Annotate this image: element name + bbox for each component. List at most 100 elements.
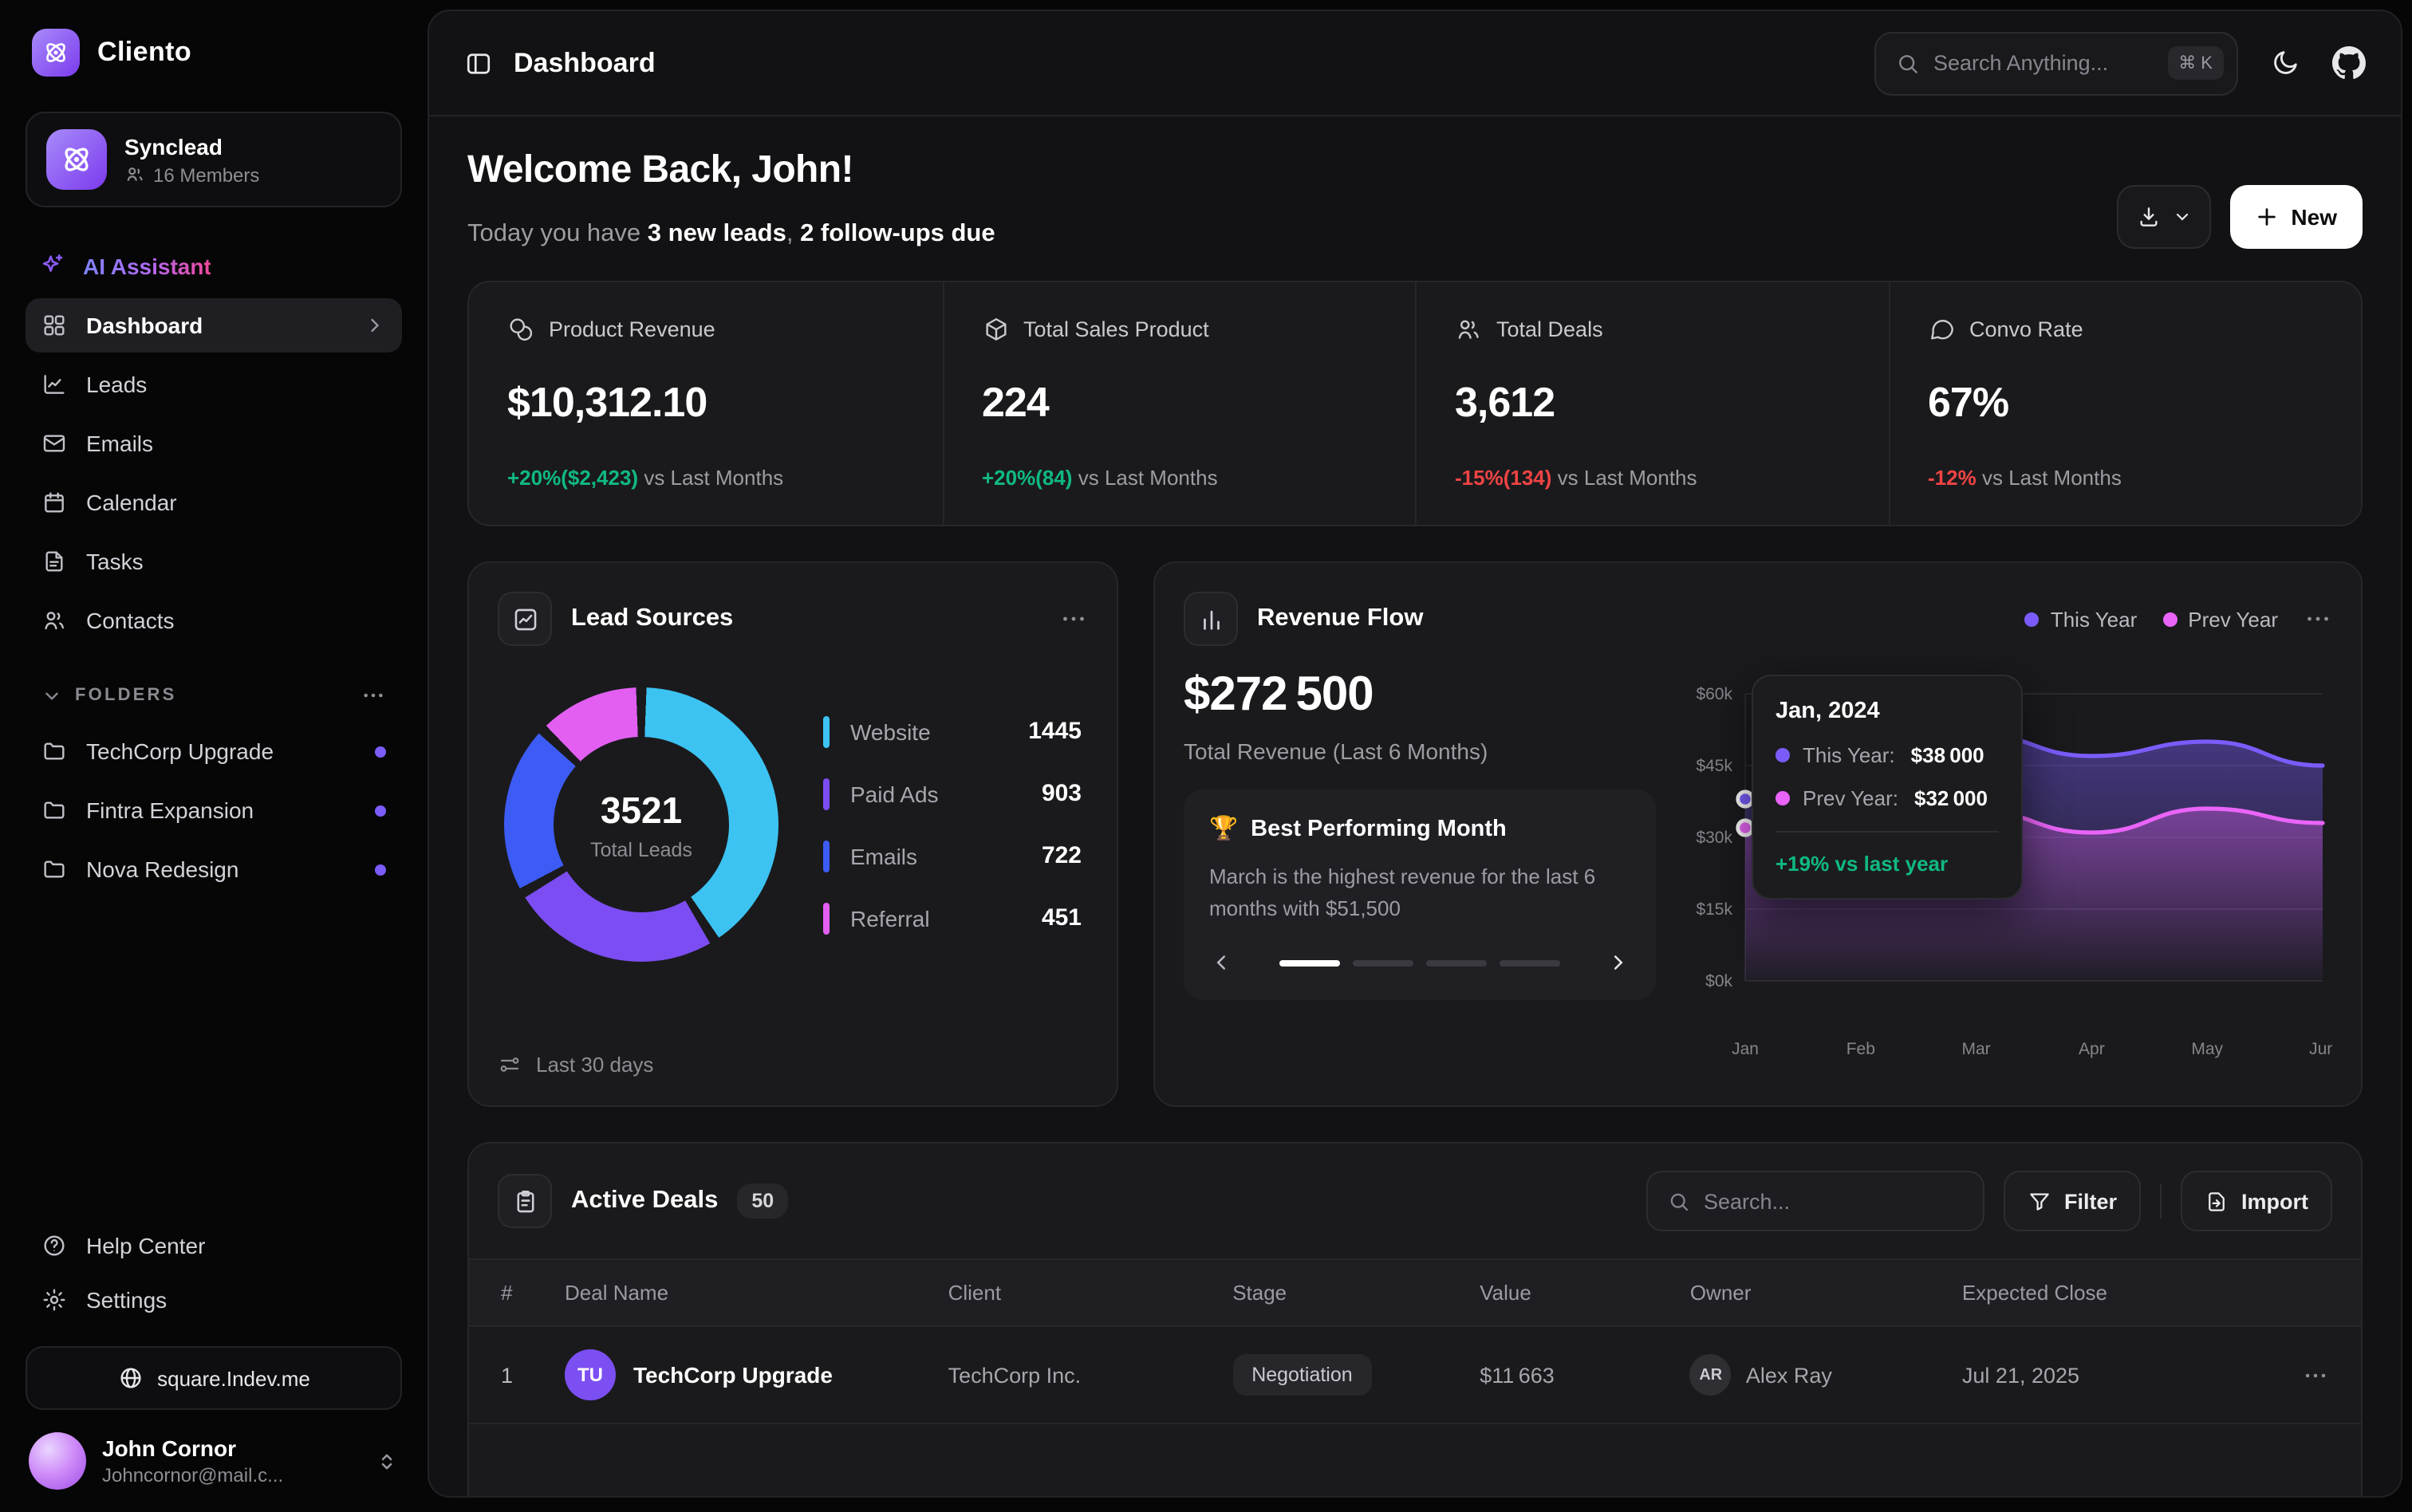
sidebar-footer: Help Center Settings square.Indev.me Joh… [26,1219,402,1490]
svg-text:$0k: $0k [1705,972,1732,990]
carousel-bar[interactable] [1426,960,1487,967]
user-name: John Cornor [102,1435,283,1461]
global-search-input[interactable] [1933,51,2154,75]
lead-sources-donut-chart: 3521 Total Leads [504,687,778,962]
import-button[interactable]: Import [2181,1171,2332,1231]
github-icon[interactable] [2332,46,2366,80]
sidebar-menu: Dashboard Leads Emails Calendar Tasks [26,298,402,648]
chevron-down-icon [41,685,62,706]
grid-icon [41,313,67,338]
chevron-right-icon[interactable] [1606,951,1630,975]
main-panel: Dashboard ⌘ K Welcome Back, John! [428,10,2402,1498]
sidebar-item-dashboard[interactable]: Dashboard [26,298,402,352]
workspace-switcher[interactable]: Synclead 16 Members [26,112,402,207]
active-deals-card: Active Deals 50 Filter [467,1142,2363,1496]
file-import-icon [2205,1189,2229,1213]
card-menu-icon[interactable] [2304,604,2332,633]
chevron-left-icon[interactable] [1209,951,1233,975]
deal-value: $11 663 [1480,1363,1690,1387]
dashboard-content: Welcome Back, John! Today you have 3 new… [429,116,2401,1496]
folders-menu-icon[interactable] [361,683,386,708]
theme-toggle-moon-icon[interactable] [2270,48,2300,78]
folders-header[interactable]: FOLDERS [26,673,402,718]
folders-list: TechCorp Upgrade Fintra Expansion Nova R… [26,724,402,896]
atom-logo-icon [32,29,80,77]
total-leads-label: Total Leads [590,838,692,860]
owner-avatar: AR [1690,1354,1732,1396]
total-leads-value: 3521 [601,789,682,832]
chart-line-icon [498,592,552,646]
revenue-flow-card: Revenue Flow This Year Prev Year $272 50… [1153,561,2363,1107]
best-month-card: 🏆Best Performing Month March is the high… [1184,789,1656,1001]
svg-text:$45k: $45k [1696,757,1732,775]
global-search[interactable]: ⌘ K [1874,31,2238,95]
legend-prev-year: Prev Year [2162,607,2278,631]
ai-assistant-label: AI Assistant [83,253,211,278]
svg-text:Feb: Feb [1846,1040,1875,1058]
best-month-text: March is the highest revenue for the las… [1209,861,1630,926]
revenue-flow-title: Revenue Flow [1257,604,1423,633]
filter-button[interactable]: Filter [2004,1171,2141,1231]
user-email: Johncornor@mail.c... [102,1464,283,1486]
lead-sources-legend: Website 1445 Paid Ads 903 Emails [823,715,1082,934]
chart-tooltip: Jan, 2024 This Year:$38 000 Prev Year:$3… [1752,675,2023,900]
deals-search-input[interactable] [1704,1189,1964,1213]
folder-status-dot [375,864,386,875]
stat-product-revenue: Product Revenue $10,312.10 +20%($2,423) … [469,282,942,525]
search-icon [1667,1189,1691,1213]
users-icon [41,608,67,633]
deal-close-date: Jul 21, 2025 [1962,1363,2259,1387]
export-button[interactable] [2117,185,2211,249]
folder-item-fintra-expansion[interactable]: Fintra Expansion [26,783,402,837]
revenue-chart: $0k$15k$30k$45k$60kJanFebMarAprMayJun Ja… [1681,668,2332,1077]
card-menu-icon[interactable] [1059,604,1088,633]
folder-item-techcorp-upgrade[interactable]: TechCorp Upgrade [26,724,402,778]
user-menu[interactable]: John Cornor Johncornor@mail.c... [26,1432,402,1490]
sidebar-item-leads[interactable]: Leads [26,357,402,411]
folder-icon [41,738,67,764]
sidebar-item-contacts[interactable]: Contacts [26,593,402,648]
carousel-bar[interactable] [1500,960,1560,967]
revenue-subtitle: Total Revenue (Last 6 Months) [1184,738,1656,764]
folder-item-nova-redesign[interactable]: Nova Redesign [26,842,402,896]
trophy-icon: 🏆 [1209,815,1238,842]
legend-item-website: Website 1445 [823,715,1082,747]
plus-icon [2256,206,2278,228]
lead-sources-card: Lead Sources 3521 Total Leads [467,561,1118,1107]
chart-line-icon [41,372,67,397]
deal-avatar: TU [565,1349,616,1400]
deals-table-header: # Deal Name Client Stage Value Owner Exp… [469,1258,2361,1327]
svg-text:$30k: $30k [1696,829,1732,847]
mail-icon [41,431,67,456]
chat-bubble-icon [1928,316,1955,343]
legend-this-year: This Year [2025,607,2137,631]
domain-button[interactable]: square.Indev.me [26,1346,402,1410]
clipboard-icon [498,1174,552,1228]
row-menu-icon[interactable] [2302,1361,2329,1388]
sidebar-item-help-center[interactable]: Help Center [26,1219,402,1273]
workspace-atom-icon [46,129,107,190]
panel-toggle-icon[interactable] [464,49,493,77]
divider [2160,1183,2162,1219]
table-row[interactable]: 1 TU TechCorp Upgrade TechCorp Inc. Nego… [469,1327,2361,1424]
sidebar-item-emails[interactable]: Emails [26,416,402,471]
download-icon [2136,204,2162,230]
sidebar-item-tasks[interactable]: Tasks [26,534,402,589]
legend-item-referral: Referral 451 [823,902,1082,934]
app-logo: Cliento [26,26,402,80]
carousel-bar[interactable] [1279,960,1340,967]
cliento-app: Cliento Synclead 16 Members AI Assistant… [0,0,2412,1512]
sidebar-item-ai-assistant[interactable]: AI Assistant [26,239,402,292]
stat-convo-rate: Convo Rate 67% -12% vs Last Months [1888,282,2361,525]
folder-status-dot [375,746,386,757]
sidebar-item-settings[interactable]: Settings [26,1273,402,1327]
new-button[interactable]: New [2230,185,2363,249]
svg-text:$15k: $15k [1696,900,1732,919]
svg-text:Jun: Jun [2309,1040,2332,1058]
stat-total-deals: Total Deals 3,612 -15%(134) vs Last Mont… [1415,282,1888,525]
sidebar-item-calendar[interactable]: Calendar [26,475,402,530]
deals-search[interactable] [1646,1171,1984,1231]
carousel-bar[interactable] [1353,960,1413,967]
search-icon [1895,50,1921,76]
welcome-subtitle: Today you have 3 new leads, 2 follow-ups… [467,220,995,249]
